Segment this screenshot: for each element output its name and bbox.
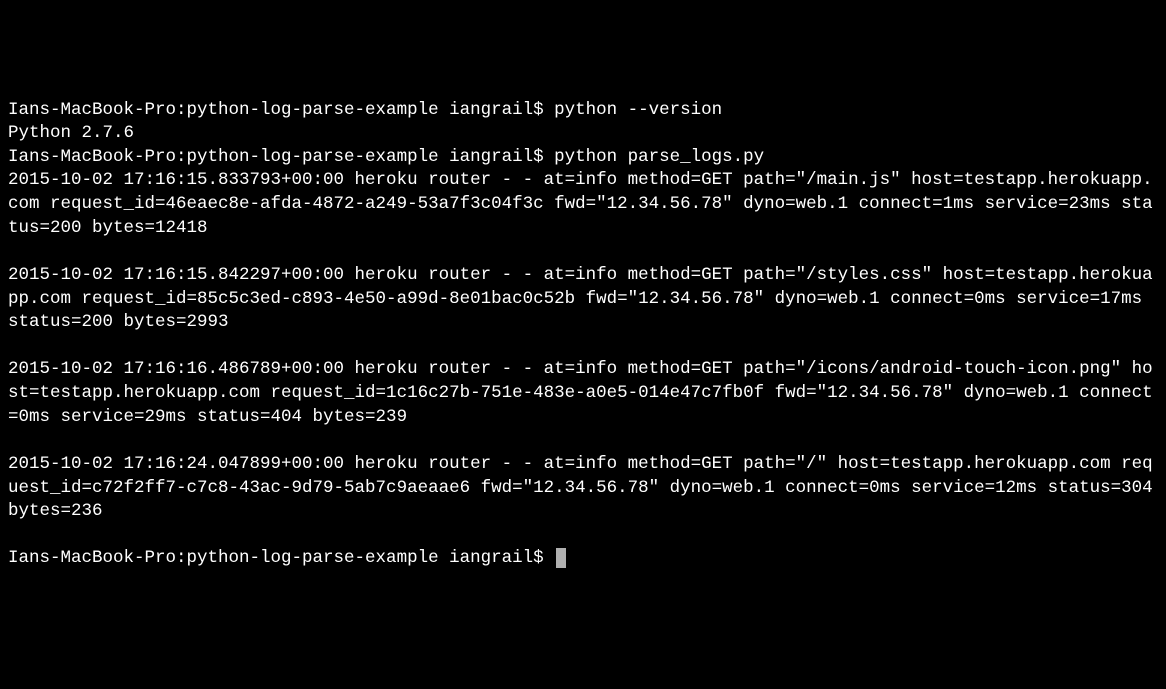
output-line: 2015-10-02 17:16:16.486789+00:00 heroku … (8, 358, 1158, 429)
command-line: Ians-MacBook-Pro:python-log-parse-exampl… (8, 146, 1158, 170)
shell-prompt: Ians-MacBook-Pro:python-log-parse-exampl… (8, 548, 554, 568)
shell-prompt: Ians-MacBook-Pro:python-log-parse-exampl… (8, 100, 554, 120)
blank-line (8, 524, 1158, 548)
command-line: Ians-MacBook-Pro:python-log-parse-exampl… (8, 99, 1158, 123)
active-prompt-line[interactable]: Ians-MacBook-Pro:python-log-parse-exampl… (8, 547, 1158, 571)
command-text: python --version (554, 100, 722, 120)
blank-line (8, 240, 1158, 264)
blank-line (8, 335, 1158, 359)
output-line: Python 2.7.6 (8, 122, 1158, 146)
output-line: 2015-10-02 17:16:15.833793+00:00 heroku … (8, 169, 1158, 240)
blank-line (8, 429, 1158, 453)
terminal-output-area[interactable]: Ians-MacBook-Pro:python-log-parse-exampl… (8, 99, 1158, 572)
shell-prompt: Ians-MacBook-Pro:python-log-parse-exampl… (8, 147, 554, 167)
command-text: python parse_logs.py (554, 147, 764, 167)
output-line: 2015-10-02 17:16:24.047899+00:00 heroku … (8, 453, 1158, 524)
cursor-icon (556, 548, 566, 568)
output-line: 2015-10-02 17:16:15.842297+00:00 heroku … (8, 264, 1158, 335)
